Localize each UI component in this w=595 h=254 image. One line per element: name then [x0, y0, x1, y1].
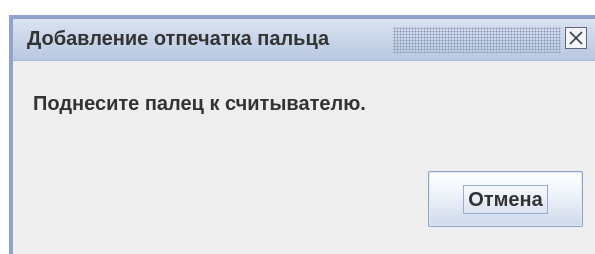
title-bar-grip [393, 27, 561, 53]
window-title: Добавление отпечатка пальца [27, 28, 330, 50]
close-icon [569, 31, 583, 45]
close-button[interactable] [565, 27, 587, 49]
instruction-message: Поднесите палец к считывателю. [33, 93, 366, 115]
cancel-button[interactable]: Отмена [428, 171, 583, 227]
cancel-button-label: Отмена [463, 184, 548, 214]
title-bar[interactable]: Добавление отпечатка пальца [13, 19, 595, 61]
fingerprint-dialog: Добавление отпечатка пальца Поднесите па… [9, 15, 595, 254]
